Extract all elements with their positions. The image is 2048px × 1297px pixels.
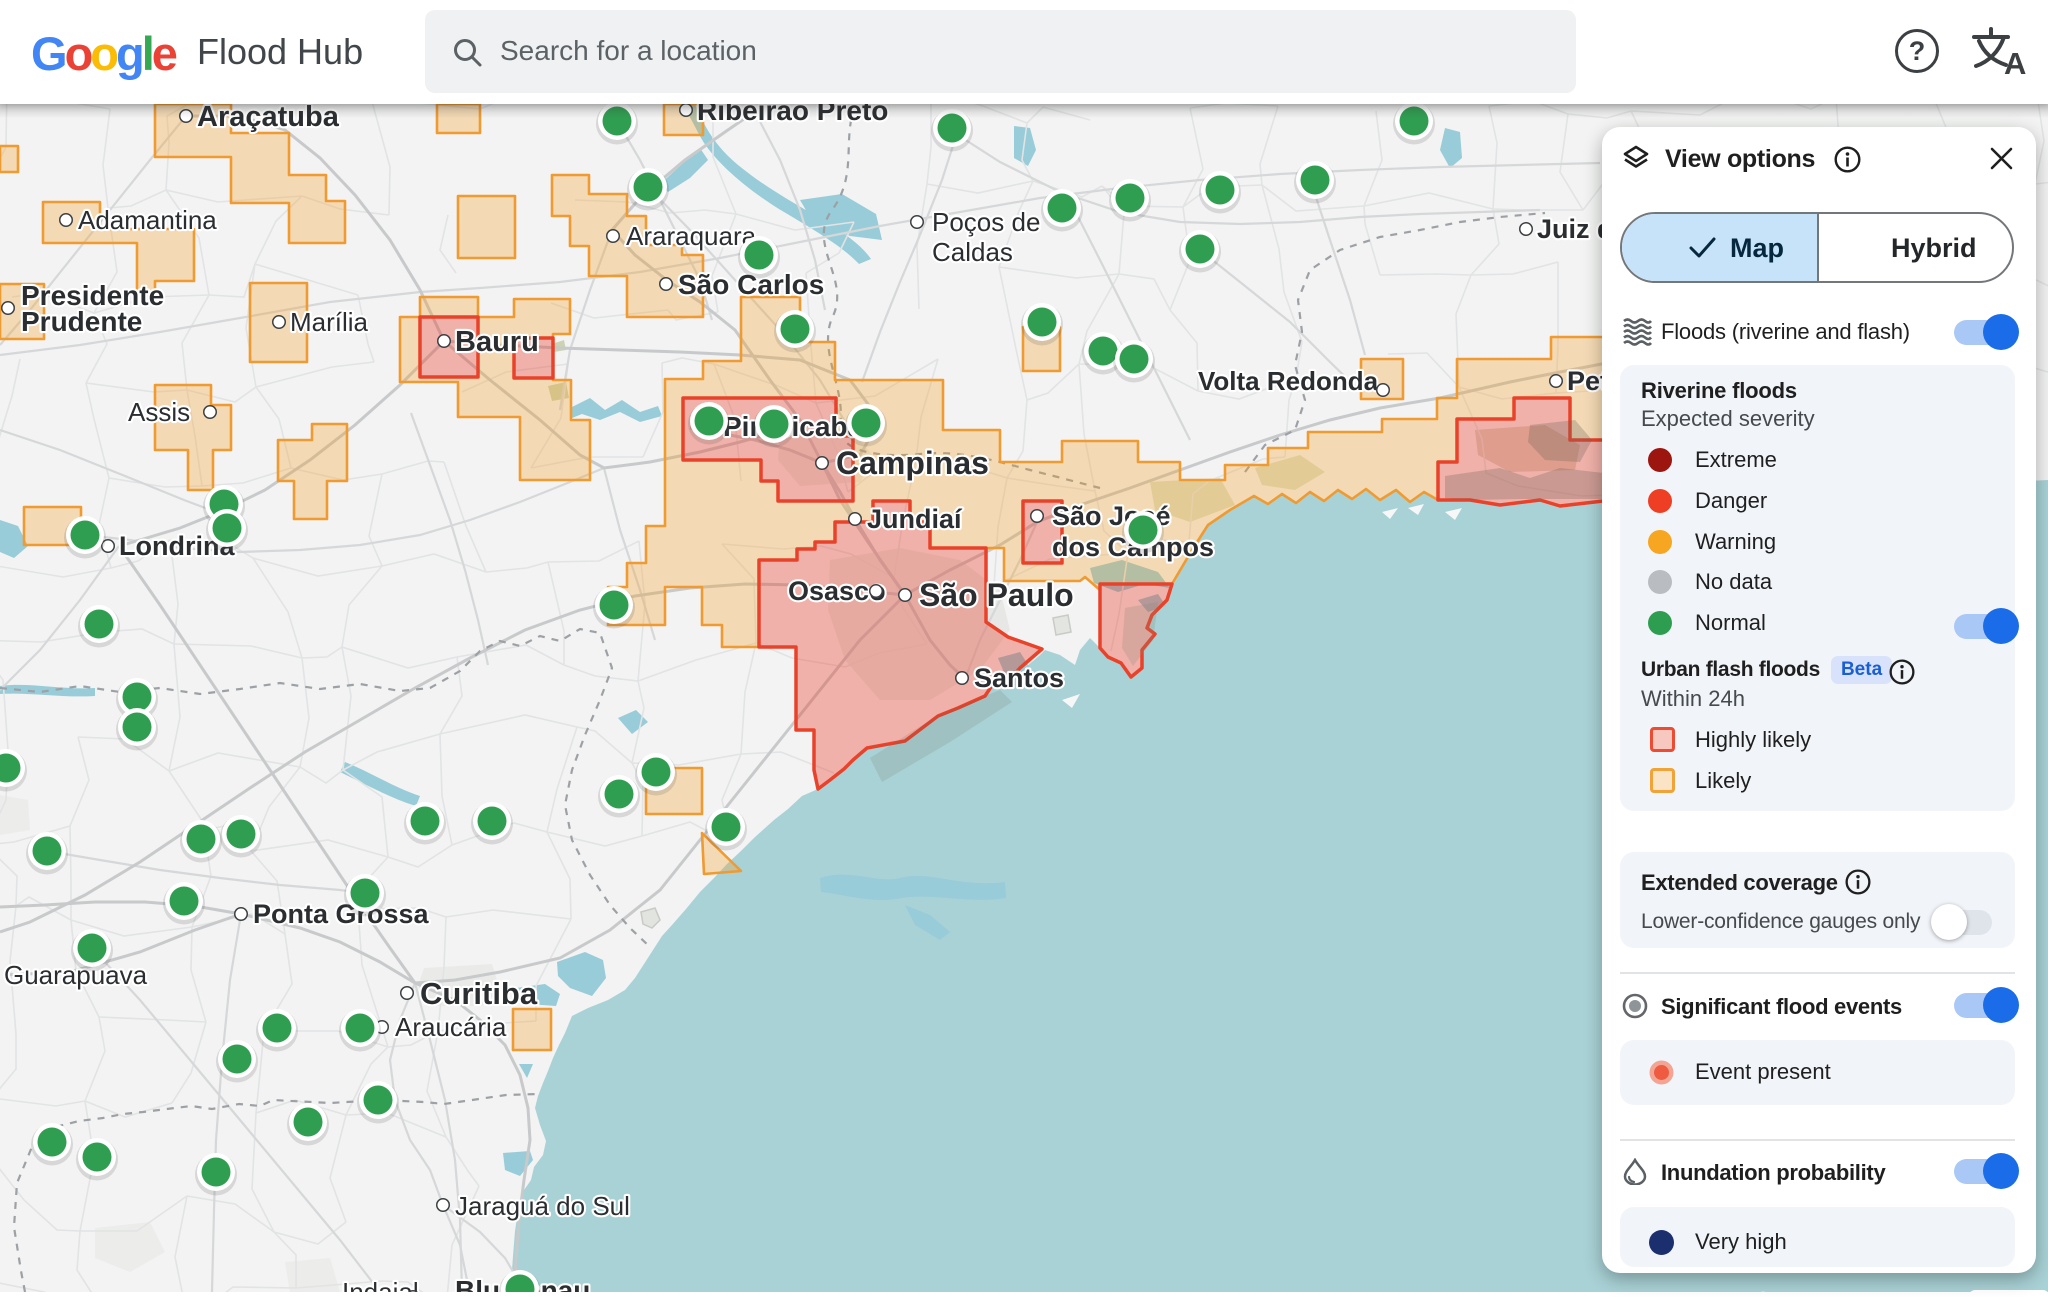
svg-text:?: ? [1909,36,1926,66]
svg-text:Ponta Grossa: Ponta Grossa [253,899,430,929]
svg-text:A: A [2004,46,2026,80]
svg-text:Volta Redonda: Volta Redonda [1198,366,1379,396]
svg-text:Santos: Santos [974,663,1064,693]
svg-text:Indaial: Indaial [342,1277,419,1292]
svg-text:Araraquara: Araraquara [626,221,757,251]
svg-text:Guarapuava: Guarapuava [4,960,148,990]
svg-text:Campinas: Campinas [836,445,989,481]
svg-text:Curitiba: Curitiba [420,976,538,1011]
svg-text:Caldas: Caldas [932,237,1013,267]
svg-text:Marília: Marília [290,307,369,337]
svg-text:Jundiaí: Jundiaí [867,504,963,534]
svg-text:Jaraguá do Sul: Jaraguá do Sul [455,1191,630,1221]
svg-text:Adamantina: Adamantina [78,205,217,235]
svg-text:Assis: Assis [128,397,190,427]
svg-text:Prudente: Prudente [21,306,142,337]
svg-text:Bauru: Bauru [455,326,539,358]
svg-text:Araucária: Araucária [395,1012,507,1042]
svg-text:São Paulo: São Paulo [919,577,1074,613]
svg-text:Poços de: Poços de [932,207,1040,237]
